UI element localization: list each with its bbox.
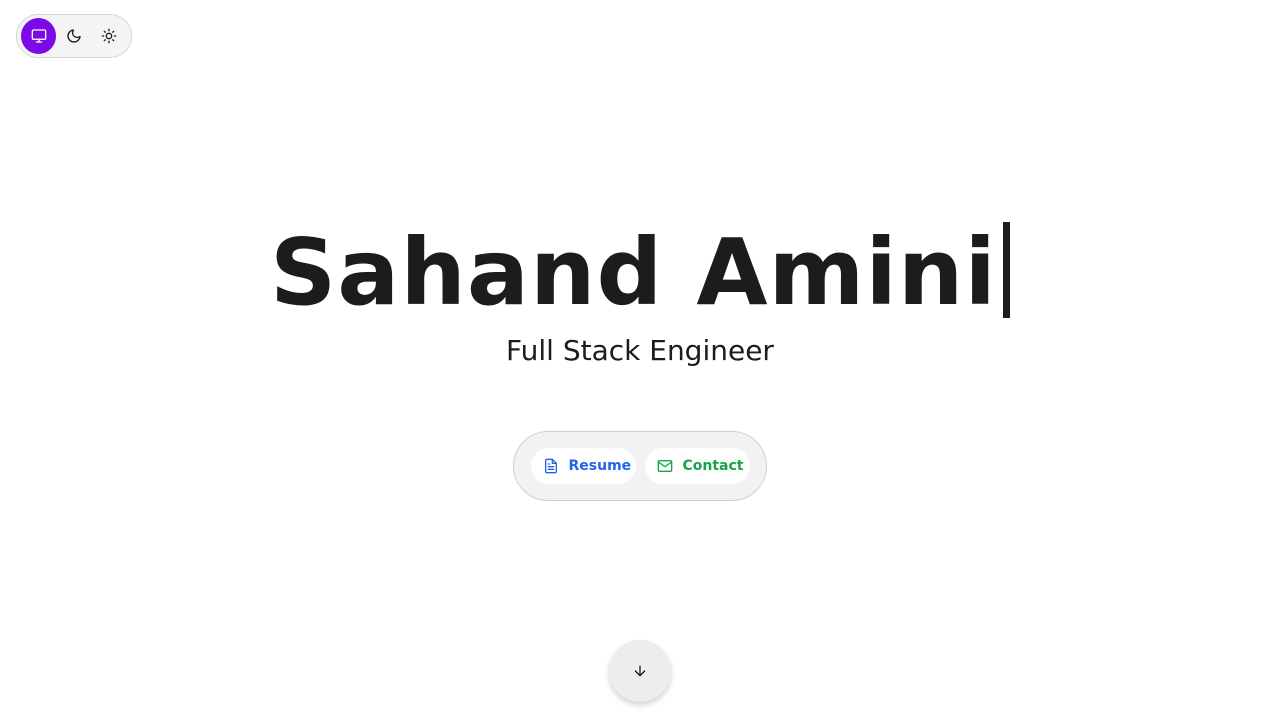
hero-role: Full Stack Engineer (506, 334, 774, 367)
scroll-down-button[interactable] (609, 640, 671, 702)
theme-dark-button[interactable] (56, 18, 91, 54)
sun-icon (101, 28, 117, 44)
hero-name-text: Sahand Amini (270, 219, 997, 326)
theme-switcher (16, 14, 132, 58)
contact-button[interactable]: Contact (644, 448, 750, 484)
resume-label: Resume (568, 458, 632, 474)
arrow-down-icon (632, 663, 648, 679)
moon-icon (66, 28, 82, 44)
theme-light-button[interactable] (92, 18, 127, 54)
contact-label: Contact (682, 458, 744, 474)
resume-button[interactable]: Resume (530, 448, 636, 484)
file-text-icon (543, 458, 559, 474)
page: Sahand Amini Full Stack Engineer Resume (0, 0, 1280, 720)
hero-name: Sahand Amini (0, 218, 1280, 328)
typing-cursor (1002, 222, 1010, 318)
monitor-icon (31, 28, 47, 44)
mail-icon (657, 458, 673, 474)
action-pill: Resume Contact (513, 431, 767, 501)
theme-system-button[interactable] (21, 18, 57, 54)
